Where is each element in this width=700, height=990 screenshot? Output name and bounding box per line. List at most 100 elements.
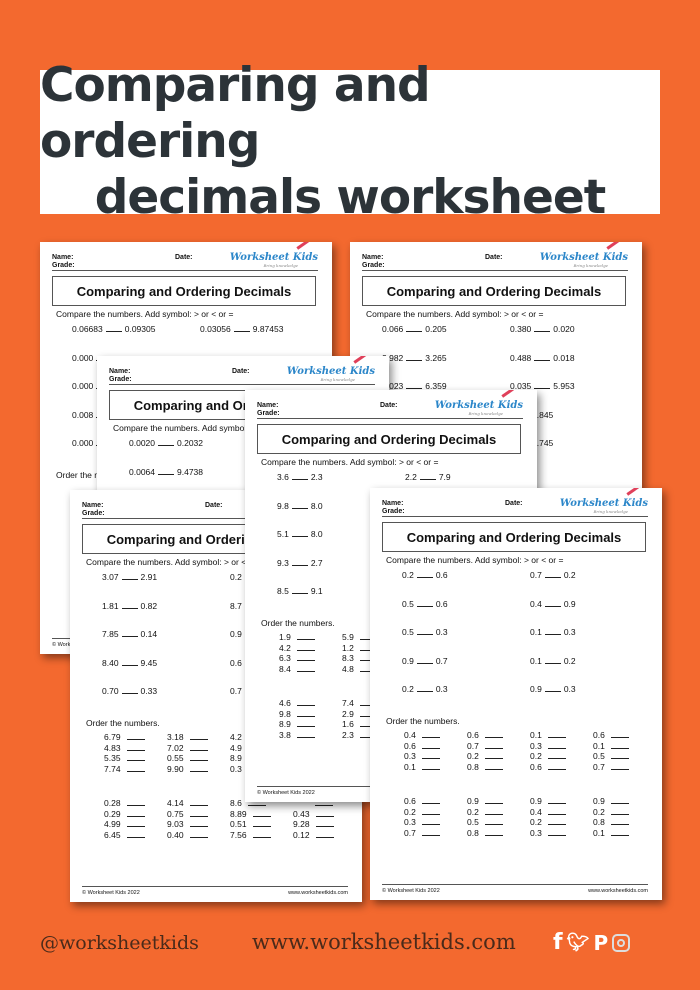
order-answer-blank[interactable] (484, 758, 503, 759)
order-answer-blank[interactable] (610, 768, 629, 770)
order-answer-blank[interactable] (547, 824, 566, 825)
order-answer-blank[interactable] (547, 758, 566, 759)
order-answer-blank[interactable] (296, 670, 315, 672)
answer-blank[interactable] (534, 388, 551, 389)
website-link[interactable]: www.worksheetkids.com (252, 930, 516, 954)
order-answer-blank[interactable] (421, 758, 440, 759)
answer-blank[interactable] (158, 473, 174, 475)
order-answer-blank[interactable] (547, 813, 566, 815)
answer-blank[interactable] (121, 693, 138, 694)
order-answer-blank[interactable] (126, 805, 145, 806)
answer-blank[interactable] (416, 605, 433, 607)
order-answer-blank[interactable] (484, 768, 503, 770)
order-answer-blank[interactable] (189, 805, 208, 806)
order-answer-blank[interactable] (421, 737, 440, 738)
order-answer-blank[interactable] (547, 803, 566, 804)
answer-blank[interactable] (291, 593, 308, 594)
answer-blank[interactable] (121, 607, 138, 609)
answer-blank[interactable] (406, 388, 423, 389)
order-answer-blank[interactable] (296, 649, 315, 651)
order-answer-blank[interactable] (484, 813, 503, 815)
answer-blank[interactable] (544, 605, 561, 607)
answer-blank[interactable] (121, 579, 138, 580)
answer-blank[interactable] (544, 634, 561, 635)
order-answer-blank[interactable] (484, 834, 503, 836)
order-answer-blank[interactable] (421, 824, 440, 825)
order-answer-blank[interactable] (610, 824, 629, 825)
answer-blank[interactable] (105, 331, 122, 332)
answer-blank[interactable] (406, 331, 423, 332)
order-answer-blank[interactable] (126, 826, 145, 827)
answer-blank[interactable] (419, 479, 436, 480)
order-answer-blank[interactable] (126, 836, 145, 838)
order-answer-blank[interactable] (610, 747, 629, 749)
answer-blank[interactable] (416, 634, 433, 635)
order-answer-blank[interactable] (189, 836, 208, 838)
answer-blank[interactable] (534, 359, 551, 361)
order-answer-blank[interactable] (126, 749, 145, 751)
order-answer-blank[interactable] (189, 739, 208, 740)
order-answer-blank[interactable] (296, 660, 315, 661)
order-answer-blank[interactable] (421, 834, 440, 836)
order-answer-blank[interactable] (189, 749, 208, 751)
order-answer-blank[interactable] (189, 770, 208, 772)
answer-blank[interactable] (291, 507, 308, 509)
twitter-icon[interactable]: 🐦︎ (567, 932, 590, 953)
order-answer-blank[interactable] (610, 813, 629, 815)
order-answer-blank[interactable] (296, 639, 315, 640)
instagram-icon[interactable] (612, 933, 631, 952)
order-answer-blank[interactable] (484, 737, 503, 738)
order-answer-blank[interactable] (610, 803, 629, 804)
order-answer-blank[interactable] (610, 834, 629, 836)
order-answer-blank[interactable] (252, 815, 271, 817)
order-answer-blank[interactable] (296, 726, 315, 727)
answer-blank[interactable] (416, 691, 433, 692)
answer-blank[interactable] (291, 536, 308, 537)
order-answer-blank[interactable] (484, 747, 503, 749)
order-answer-blank[interactable] (296, 705, 315, 706)
answer-blank[interactable] (291, 479, 308, 480)
order-answer-blank[interactable] (315, 815, 334, 817)
order-answer-blank[interactable] (610, 758, 629, 759)
pinterest-icon[interactable]: P (593, 931, 608, 955)
order-answer-blank[interactable] (421, 813, 440, 815)
answer-blank[interactable] (544, 662, 561, 664)
order-answer-blank[interactable] (296, 715, 315, 717)
order-answer-blank[interactable] (547, 747, 566, 749)
answer-blank[interactable] (416, 577, 433, 578)
answer-blank[interactable] (544, 577, 561, 578)
order-answer-blank[interactable] (421, 803, 440, 804)
order-answer-blank[interactable] (252, 826, 271, 827)
order-answer-blank[interactable] (252, 836, 271, 838)
order-answer-blank[interactable] (421, 768, 440, 770)
answer-blank[interactable] (534, 331, 551, 332)
order-answer-blank[interactable] (547, 737, 566, 738)
order-answer-blank[interactable] (547, 834, 566, 836)
social-handle[interactable]: @worksheetkids (40, 932, 199, 954)
answer-blank[interactable] (416, 662, 433, 664)
facebook-icon[interactable]: f (553, 930, 563, 955)
order-answer-blank[interactable] (547, 768, 566, 770)
answer-blank[interactable] (121, 664, 138, 666)
order-answer-blank[interactable] (126, 739, 145, 740)
order-answer-blank[interactable] (315, 805, 333, 806)
answer-blank[interactable] (233, 331, 250, 332)
order-answer-blank[interactable] (484, 824, 503, 825)
order-answer-blank[interactable] (610, 737, 629, 738)
order-answer-blank[interactable] (189, 826, 208, 827)
order-answer-blank[interactable] (189, 760, 208, 761)
order-answer-blank[interactable] (484, 803, 503, 804)
answer-blank[interactable] (158, 445, 174, 446)
order-answer-blank[interactable] (126, 760, 145, 761)
order-answer-blank[interactable] (315, 826, 334, 827)
answer-blank[interactable] (121, 636, 138, 637)
order-answer-blank[interactable] (126, 770, 145, 772)
answer-blank[interactable] (544, 691, 561, 692)
order-answer-blank[interactable] (421, 747, 440, 749)
order-answer-blank[interactable] (189, 815, 208, 817)
answer-blank[interactable] (406, 359, 423, 361)
order-answer-blank[interactable] (315, 836, 334, 838)
order-answer-blank[interactable] (247, 805, 266, 806)
order-answer-blank[interactable] (126, 815, 145, 817)
worksheet-front-right[interactable]: Name: Grade: Date: Worksheet Kids Bring know… (370, 488, 662, 900)
